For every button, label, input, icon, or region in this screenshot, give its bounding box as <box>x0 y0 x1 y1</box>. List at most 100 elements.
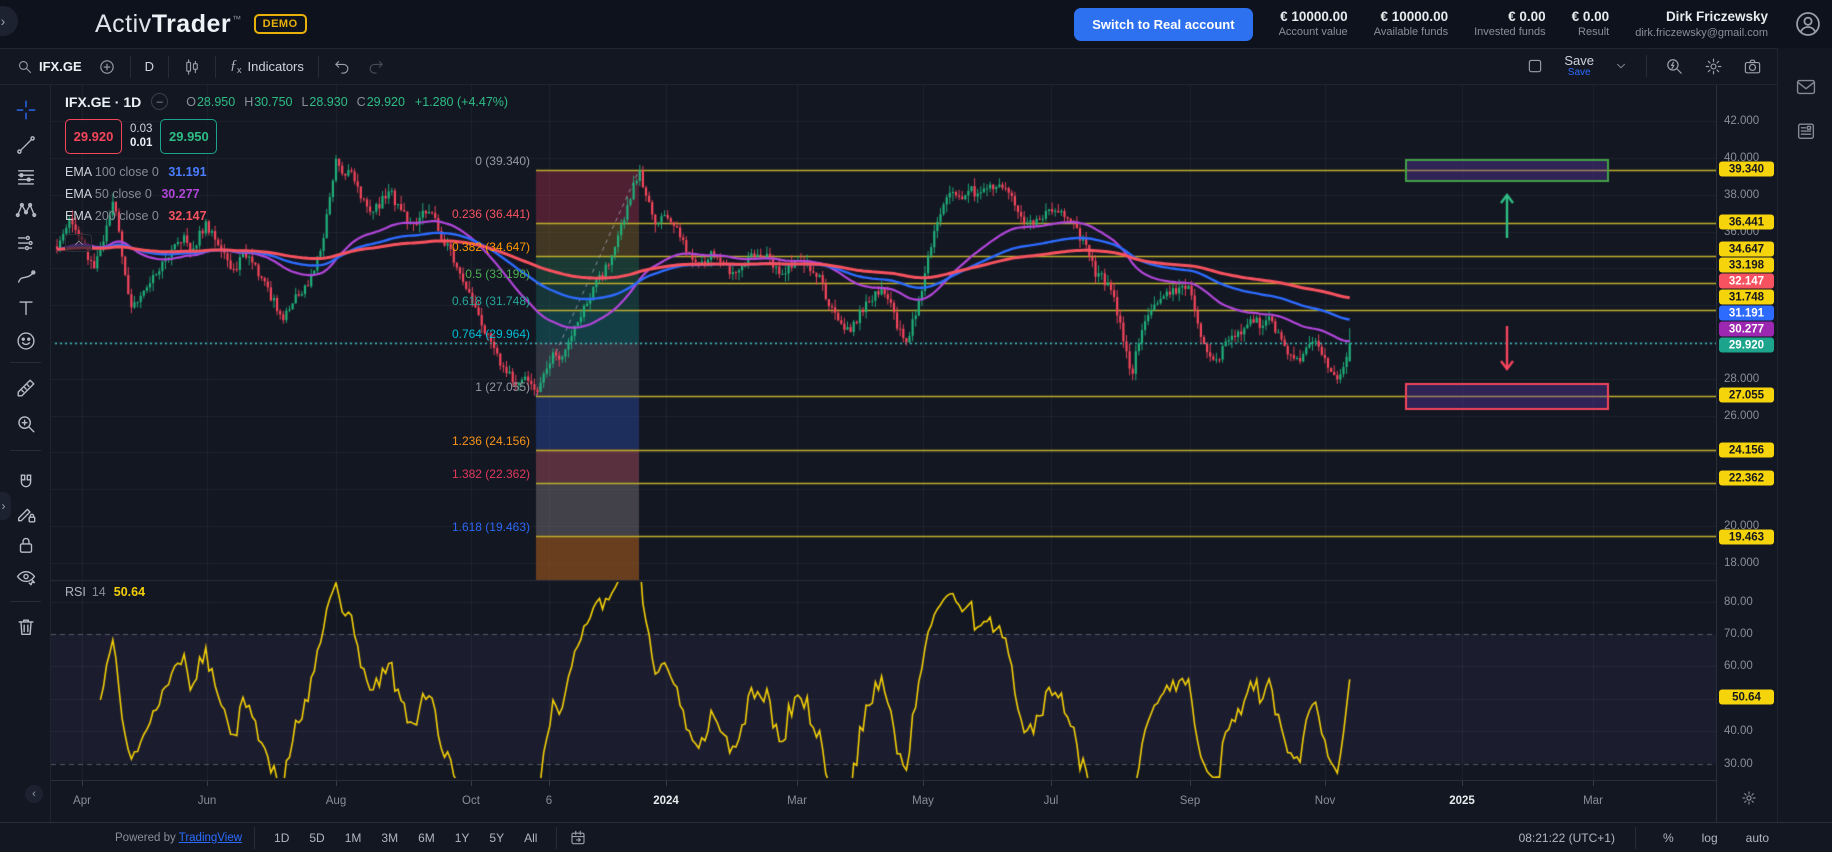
date-range-buttons: 1D 5D 1M3M 6M 1Y5Y All <box>267 828 544 848</box>
range-5y-button[interactable]: 5Y <box>482 828 511 848</box>
tool-forecast[interactable] <box>13 230 39 256</box>
sell-button[interactable]: 29.920 <box>65 119 122 154</box>
price-badge-price: 29.920 <box>1719 338 1774 353</box>
time-tick <box>82 781 83 786</box>
tool-zoom-in[interactable] <box>13 411 39 437</box>
indicators-button[interactable]: ƒx Indicators <box>222 54 312 79</box>
time-axis[interactable]: ‹ AprJunAugOct62024MarMayJulSepNov2025Ma… <box>51 780 1716 822</box>
range-3m-button[interactable]: 3M <box>374 828 405 848</box>
tool-remove-drawings[interactable] <box>13 614 39 640</box>
ema-legend-row: EMA 200 close 0 32.147 <box>65 206 508 228</box>
user-info: Dirk Friczewsky dirk.friczewsky@gmail.co… <box>1635 8 1768 40</box>
tool-magnet[interactable] <box>13 470 39 496</box>
mail-icon[interactable] <box>1795 76 1817 98</box>
log-scale-button[interactable]: log <box>1695 828 1725 848</box>
redo-button[interactable] <box>359 54 393 80</box>
news-icon[interactable] <box>1795 120 1817 142</box>
price-badge-ema50: 30.277 <box>1719 322 1774 337</box>
time-label: Oct <box>462 795 480 807</box>
tool-draw-lock[interactable] <box>13 501 39 527</box>
indicator-legend: EMA 100 close 0 31.191EMA 50 close 0 30.… <box>65 162 508 228</box>
save-button[interactable]: SaveSave <box>1556 50 1602 82</box>
price-badge-ema200: 32.147 <box>1719 274 1774 289</box>
avatar-icon[interactable] <box>1794 10 1822 38</box>
rsi-value: 50.64 <box>114 585 145 599</box>
range-6m-button[interactable]: 6M <box>411 828 442 848</box>
time-label: Nov <box>1315 795 1335 807</box>
go-to-date-icon[interactable] <box>569 829 587 847</box>
chart-style-button[interactable] <box>175 54 209 80</box>
ema-legend-row: EMA 100 close 0 31.191 <box>65 162 508 184</box>
stat-label: Account value <box>1279 26 1348 40</box>
tool-ruler[interactable] <box>13 375 39 401</box>
ohlc-item: O28.950 <box>186 95 235 109</box>
zoom-in-icon <box>15 413 37 435</box>
tools-divider <box>10 362 41 363</box>
app-header: › ActivTrader™ DEMO Switch to Real accou… <box>0 0 1832 48</box>
legend-symbol-title[interactable]: IFX.GE · 1D <box>65 94 141 110</box>
undo-button[interactable] <box>325 54 359 80</box>
divider <box>1646 55 1647 77</box>
time-tick <box>471 781 472 786</box>
chart-settings-button[interactable] <box>1696 53 1731 80</box>
price-axis[interactable]: 42.00040.00038.00036.00028.00026.00020.0… <box>1716 85 1777 822</box>
brush-icon <box>15 266 37 288</box>
range-1m-button[interactable]: 1M <box>338 828 369 848</box>
range-all-button[interactable]: All <box>517 828 544 848</box>
tool-fib-retracement[interactable] <box>13 164 39 190</box>
price-tick: 28.000 <box>1717 373 1777 385</box>
clock[interactable]: 08:21:22 (UTC+1) <box>1519 831 1615 845</box>
auto-scale-button[interactable]: auto <box>1739 828 1776 848</box>
rsi-value-badge: 50.64 <box>1719 690 1774 705</box>
quick-search-button[interactable] <box>1657 53 1692 80</box>
account-stat: € 0.00Result <box>1572 9 1610 40</box>
user-email: dirk.friczewsky@gmail.com <box>1635 26 1768 40</box>
tool-brush[interactable] <box>13 264 39 290</box>
range-5d-button[interactable]: 5D <box>302 828 331 848</box>
ohlc-item: C29.920 <box>357 95 405 109</box>
search-flash-icon <box>1665 57 1684 76</box>
switch-to-real-account-button[interactable]: Switch to Real account <box>1074 8 1252 41</box>
compare-add-button[interactable] <box>90 54 124 80</box>
fib-label-0.764: 0.764 (29.964) <box>452 327 530 341</box>
scroll-left-button[interactable]: ‹ <box>25 785 43 803</box>
emoji-icon <box>15 330 37 352</box>
tool-trend-line[interactable] <box>13 132 39 158</box>
stat-value: € 10000.00 <box>1374 9 1448 26</box>
collapse-panel-button[interactable]: › <box>0 6 18 36</box>
spread-top: 0.03 <box>130 123 152 137</box>
range-1y-button[interactable]: 1Y <box>448 828 477 848</box>
text-tool-icon <box>15 297 37 319</box>
tool-hide-drawings[interactable] <box>13 564 39 590</box>
collapse-indicators-button[interactable] <box>65 234 92 252</box>
axis-settings-gear-icon[interactable] <box>1741 790 1757 806</box>
tool-xabcd-pattern[interactable] <box>13 197 39 223</box>
snapshot-button[interactable] <box>1735 53 1770 80</box>
tool-text-tool[interactable] <box>13 295 39 321</box>
trend-line-icon <box>15 134 37 156</box>
price-badge-ema100: 31.191 <box>1719 306 1774 321</box>
range-1d-button[interactable]: 1D <box>267 828 296 848</box>
price-badge-fib: 22.362 <box>1719 471 1774 486</box>
tool-emoji[interactable] <box>13 328 39 354</box>
tradingview-link[interactable]: TradingView <box>179 832 242 844</box>
price-tick: 42.000 <box>1717 115 1777 127</box>
symbol-search-button[interactable]: IFX.GE <box>8 54 90 79</box>
buy-button[interactable]: 29.950 <box>160 119 217 154</box>
collapse-legend-icon[interactable]: – <box>151 93 168 110</box>
tool-lock-all[interactable] <box>13 532 39 558</box>
rsi-tick: 40.00 <box>1717 725 1777 737</box>
chart-area[interactable]: IFX.GE · 1D – O28.950H30.750L28.930C29.9… <box>51 85 1716 780</box>
timeframe-button[interactable]: D <box>137 55 162 78</box>
redo-icon <box>367 58 385 76</box>
percent-scale-button[interactable]: % <box>1656 828 1681 848</box>
price-badge-fib: 31.748 <box>1719 290 1774 305</box>
expand-watchlist-tab[interactable]: › <box>0 492 11 520</box>
layout-button[interactable] <box>1518 53 1552 79</box>
tools-divider <box>10 601 41 602</box>
divider <box>130 56 131 78</box>
time-label: May <box>912 795 934 807</box>
save-menu-button[interactable] <box>1606 55 1636 77</box>
tool-crosshair[interactable] <box>13 97 39 123</box>
rsi-tick: 70.00 <box>1717 628 1777 640</box>
